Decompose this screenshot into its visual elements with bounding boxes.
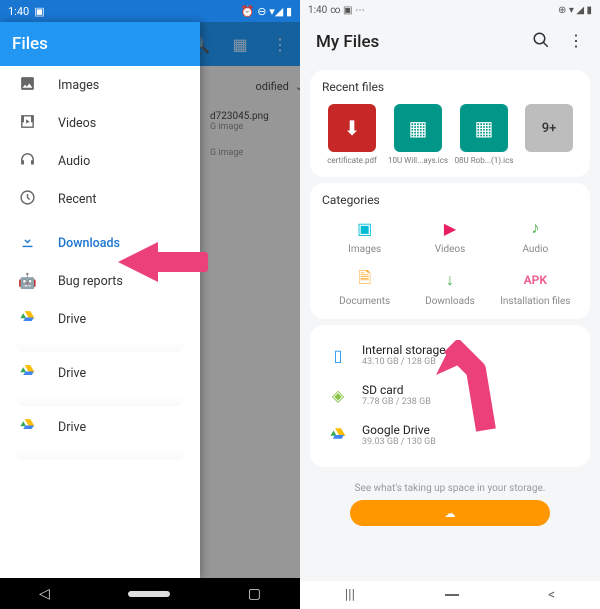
drawer-item-downloads[interactable]: Downloads — [0, 224, 200, 262]
storage-card: ▯ Internal storage43.10 GB / 128 GB ◈ SD… — [310, 325, 590, 467]
status-bar: 1:40 ▣ ⏰ ⊖ ▾◢ ▮ — [0, 0, 300, 22]
downloads-icon: ↓ — [439, 269, 461, 291]
category-downloads[interactable]: ↓Downloads — [407, 269, 492, 307]
phone-icon: ▯ — [326, 343, 350, 367]
drive-icon — [18, 363, 36, 384]
drawer-item-label: Downloads — [58, 236, 120, 251]
phone-android-files: 1:40▣ ⏰ ⊖ ▾◢ ▮ Files 🔍 ▦ ⋮ odified⌄ d723… — [0, 0, 300, 609]
nav-recent-icon[interactable]: ▢ — [248, 586, 261, 602]
search-icon[interactable] — [532, 31, 550, 53]
apk-icon: APK — [524, 269, 546, 291]
categories-card: Categories ▣Images ▶Videos ♪Audio 🗎Docum… — [310, 183, 590, 319]
drawer-item-label: Drive — [58, 420, 86, 435]
drive-icon — [326, 423, 350, 447]
overflow-icon[interactable]: ⋮ — [568, 31, 584, 53]
drawer-item-label: Audio — [58, 154, 90, 169]
drawer-item-label: Drive — [58, 312, 86, 327]
video-icon — [18, 113, 36, 134]
android-icon: 🤖 — [18, 272, 36, 290]
navigation-drawer: Files Images Videos Audio Recent Downloa… — [0, 22, 200, 578]
recent-file[interactable]: ▦ 10U Will...ays.ics — [388, 104, 448, 165]
cloud-icon: ☁ — [445, 507, 456, 520]
drawer-item-label: Bug reports — [58, 274, 123, 289]
storage-internal[interactable]: ▯ Internal storage43.10 GB / 128 GB — [322, 335, 578, 375]
pdf-icon: ⬇ — [328, 104, 376, 152]
sd-card-icon: ◈ — [326, 383, 350, 407]
download-icon — [18, 233, 36, 254]
drawer-item-drive[interactable]: Drive — [0, 408, 200, 446]
audio-icon: ♪ — [524, 217, 546, 239]
storage-sd[interactable]: ◈ SD card7.78 GB / 238 GB — [322, 375, 578, 415]
calendar-icon: ▦ — [460, 104, 508, 152]
status-bar: 1:40∞ ▣ ⋯ ⊕ ▾ ◢ ▮ — [300, 0, 600, 20]
app-header: My Files ⋮ — [300, 20, 600, 64]
category-audio[interactable]: ♪Audio — [493, 217, 578, 255]
drawer-item-label: Recent — [58, 192, 97, 207]
category-images[interactable]: ▣Images — [322, 217, 407, 255]
phone-samsung-myfiles: 1:40∞ ▣ ⋯ ⊕ ▾ ◢ ▮ My Files ⋮ Recent file… — [300, 0, 600, 609]
drawer-item-label: Drive — [58, 366, 86, 381]
nav-home-icon[interactable] — [128, 591, 170, 597]
nav-back-icon[interactable]: ◁ — [39, 586, 50, 602]
drawer-item-recent[interactable]: Recent — [0, 180, 200, 218]
recent-file-more[interactable]: 9+ — [520, 104, 578, 165]
drawer-title: Files — [0, 22, 200, 66]
more-count: 9+ — [525, 104, 573, 152]
status-time: 1:40 — [8, 5, 29, 18]
nav-recent-icon[interactable]: ||| — [345, 587, 355, 603]
category-documents[interactable]: 🗎Documents — [322, 269, 407, 307]
page-title: My Files — [316, 32, 379, 52]
recent-files-header: Recent files — [322, 80, 578, 94]
recent-file[interactable]: ▦ 08U Rob...(1).ics — [454, 104, 514, 165]
drive-icon — [18, 417, 36, 438]
status-icon-photo: ▣ — [34, 5, 44, 18]
recent-files-card: Recent files ⬇ certificate.pdf ▦ 10U Wil… — [310, 70, 590, 177]
drawer-item-bugreports[interactable]: 🤖 Bug reports — [0, 262, 200, 300]
audio-icon — [18, 151, 36, 172]
drive-icon — [18, 309, 36, 330]
drawer-item-images[interactable]: Images — [0, 66, 200, 104]
drawer-item-label: Videos — [58, 116, 96, 131]
nav-back-icon[interactable]: < — [548, 587, 555, 603]
images-icon: ▣ — [354, 217, 376, 239]
recent-file[interactable]: ⬇ certificate.pdf — [322, 104, 382, 165]
videos-icon: ▶ — [439, 217, 461, 239]
status-icons: ⏰ ⊖ ▾◢ ▮ — [241, 5, 292, 18]
scrim[interactable] — [200, 22, 300, 578]
category-apk[interactable]: APKInstallation files — [493, 269, 578, 307]
recent-icon — [18, 189, 36, 210]
category-videos[interactable]: ▶Videos — [407, 217, 492, 255]
drawer-item-drive[interactable]: Drive — [0, 354, 200, 392]
nav-home-icon[interactable] — [445, 594, 459, 596]
drawer-item-videos[interactable]: Videos — [0, 104, 200, 142]
analyze-storage-button[interactable]: ☁ — [350, 500, 550, 526]
storage-footer-text: See what's taking up space in your stora… — [300, 473, 600, 500]
status-time: 1:40 — [308, 5, 327, 16]
storage-gdrive[interactable]: Google Drive39.03 GB / 130 GB — [322, 415, 578, 455]
drawer-item-drive[interactable]: Drive — [0, 300, 200, 338]
drawer-item-label: Images — [58, 78, 99, 93]
categories-header: Categories — [322, 193, 578, 207]
system-nav-bar: ||| < — [300, 581, 600, 609]
drawer-item-audio[interactable]: Audio — [0, 142, 200, 180]
image-icon — [18, 75, 36, 96]
documents-icon: 🗎 — [354, 269, 376, 291]
system-nav-bar: ◁ ▢ — [0, 578, 300, 609]
calendar-icon: ▦ — [394, 104, 442, 152]
